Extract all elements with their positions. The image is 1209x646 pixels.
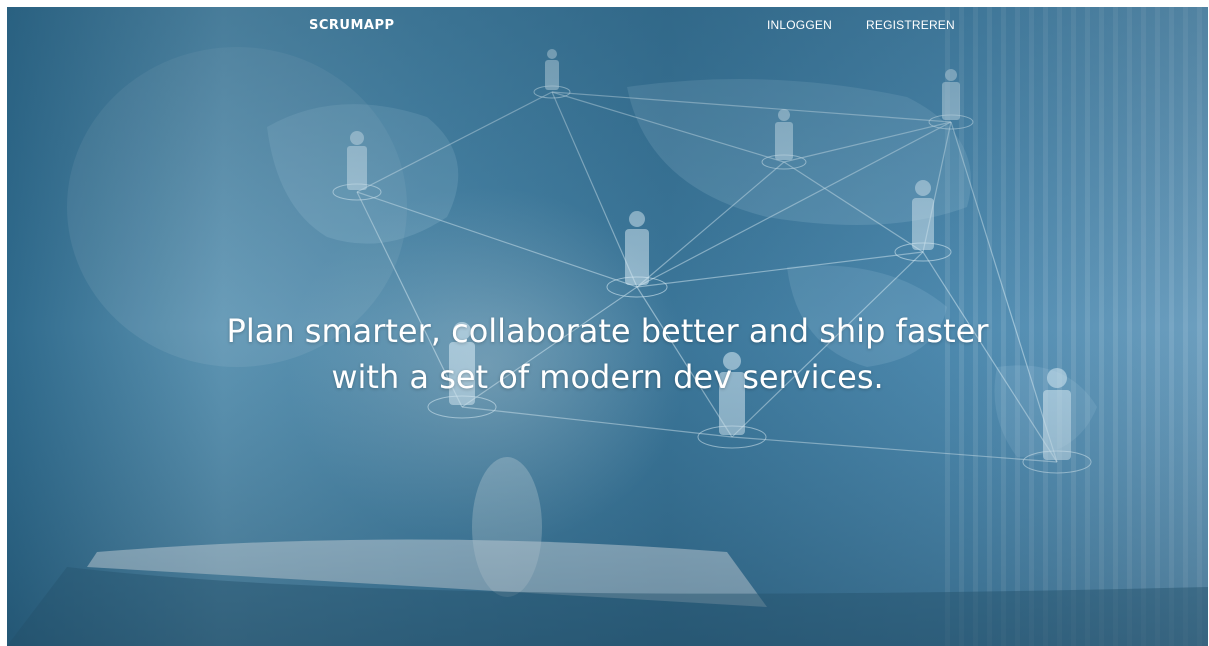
nav-login-link[interactable]: INLOGGEN: [767, 18, 832, 32]
brand-logo[interactable]: SCRUMAPP: [309, 18, 395, 33]
hero-section: SCRUMAPP INLOGGEN REGISTREREN Plan smart…: [7, 7, 1208, 646]
hero-headline-line-1: Plan smarter, collaborate better and shi…: [226, 312, 989, 350]
top-navigation: SCRUMAPP INLOGGEN REGISTREREN: [7, 7, 1208, 47]
nav-register-link[interactable]: REGISTREREN: [866, 18, 955, 32]
hero-headline: Plan smarter, collaborate better and shi…: [7, 308, 1208, 400]
hero-headline-line-2: with a set of modern dev services.: [331, 358, 884, 396]
